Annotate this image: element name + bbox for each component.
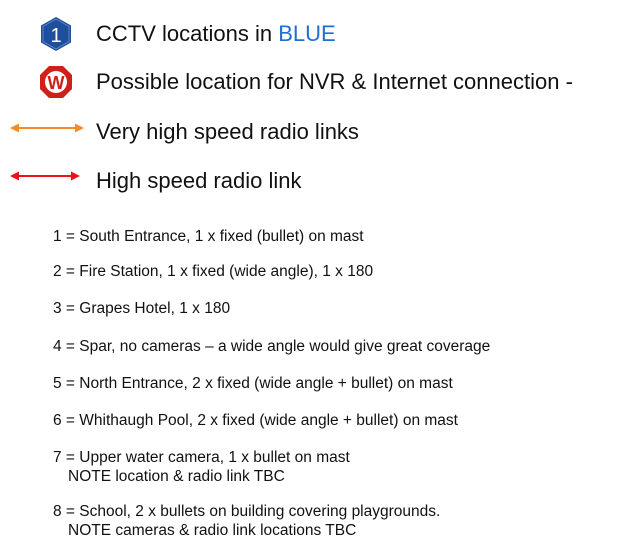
legend-high-speed: High speed radio link [0,161,627,199]
location-item-7: 7 = Upper water camera, 1 x bullet on ma… [53,449,350,485]
legend-nvr: W Possible location for NVR & Internet c… [0,62,627,100]
location-item-8: 8 = School, 2 x bullets on building cove… [53,503,441,539]
location-item-6: 6 = Whithaugh Pool, 2 x fixed (wide angl… [53,412,458,429]
legend-very-high-speed-label: Very high speed radio links [96,119,359,144]
legend-very-high-speed: Very high speed radio links [0,112,627,150]
location-item-8-note: NOTE cameras & radio link locations TBC [68,522,357,539]
location-item-3: 3 = Grapes Hotel, 1 x 180 [53,300,231,317]
orange-double-arrow-icon [10,123,84,133]
location-item-7-note: NOTE location & radio link TBC [68,468,285,485]
red-w-badge-icon: W [40,66,72,98]
location-item-5: 5 = North Entrance, 2 x fixed (wide angl… [53,375,453,392]
svg-text:1: 1 [50,25,61,47]
legend-cctv: 1 CCTV locations in BLUE [0,14,627,52]
blue-numbered-hexagon-icon: 1 [41,17,71,51]
location-item-1: 1 = South Entrance, 1 x fixed (bullet) o… [53,228,364,245]
red-double-arrow-icon [10,171,80,181]
location-item-4: 4 = Spar, no cameras – a wide angle woul… [53,338,491,355]
location-item-2: 2 = Fire Station, 1 x fixed (wide angle)… [53,263,374,280]
legend-cctv-label: CCTV locations in BLUE [96,21,336,46]
svg-text:W: W [48,73,65,93]
legend-cctv-highlight: BLUE [278,21,336,46]
legend-nvr-label: Possible location for NVR & Internet con… [96,69,573,94]
legend-high-speed-label: High speed radio link [96,168,302,193]
